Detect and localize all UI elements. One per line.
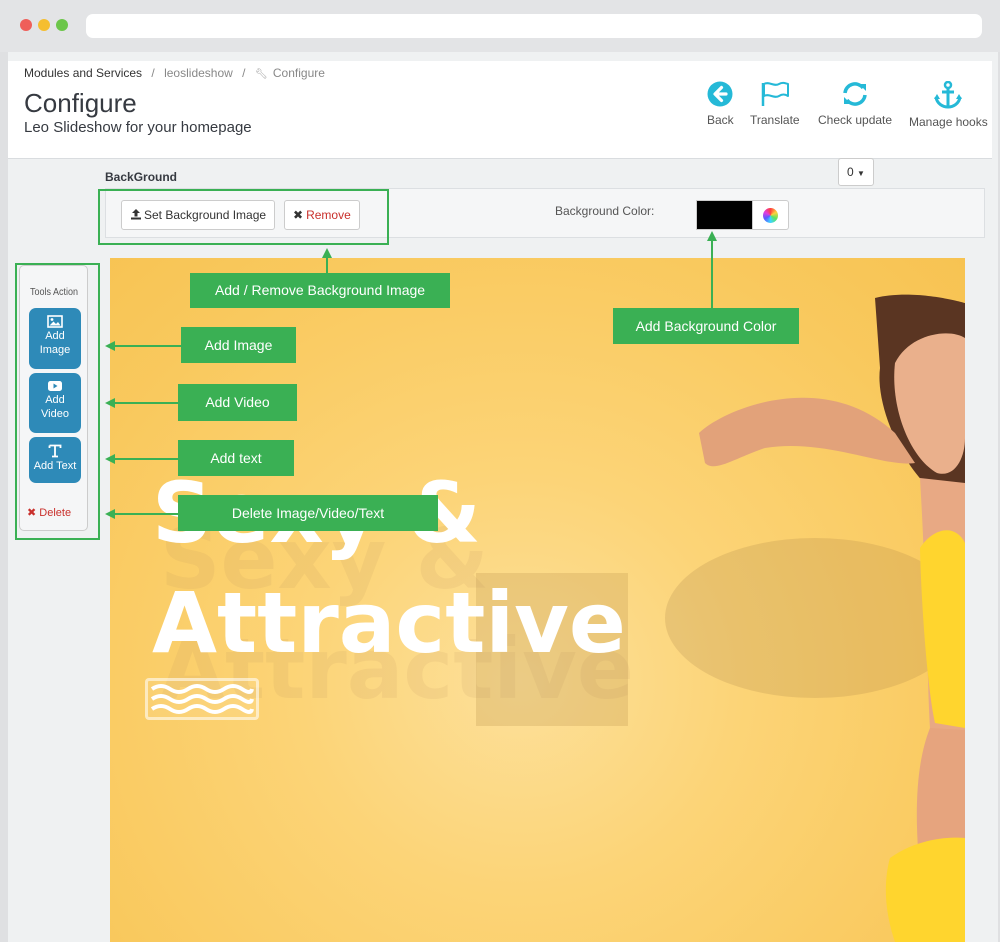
refresh-icon [843, 82, 867, 106]
caret-down-icon: ▼ [857, 169, 865, 178]
browser-chrome [0, 0, 1000, 52]
check-update-button[interactable]: Check update [818, 81, 892, 127]
translate-label: Translate [750, 113, 800, 127]
slide-text-line2[interactable]: Attractive [152, 574, 626, 672]
color-wheel-icon [763, 208, 778, 223]
page-title: Configure [24, 88, 137, 118]
flag-icon [761, 81, 789, 106]
background-color-swatch[interactable] [696, 200, 753, 230]
callout-delete: Delete Image/Video/Text [178, 495, 438, 531]
background-buttons-highlight [98, 189, 389, 245]
wave-image-layer[interactable] [145, 678, 259, 720]
wrench-icon: 🔧︎ [254, 69, 268, 80]
minimize-window-dot[interactable] [38, 19, 50, 31]
layer-dropdown[interactable]: 0 ▼ [838, 158, 874, 186]
waves-icon [150, 684, 254, 714]
admin-page: Modules and Services / leoslideshow / 🔧︎… [8, 52, 998, 942]
image-icon [47, 315, 63, 328]
manage-hooks-label: Manage hooks [909, 115, 988, 129]
breadcrumb: Modules and Services / leoslideshow / 🔧︎… [24, 66, 325, 80]
back-button[interactable]: Back [707, 81, 734, 127]
callout-add-video: Add Video [178, 384, 297, 421]
add-image-label: Add Image [39, 330, 71, 356]
color-picker-button[interactable] [753, 200, 789, 230]
translate-button[interactable]: Translate [750, 81, 800, 127]
callout-add-text: Add text [178, 440, 294, 476]
breadcrumb-module[interactable]: leoslideshow [164, 66, 233, 80]
maximize-window-dot[interactable] [56, 19, 68, 31]
breadcrumb-separator: / [242, 66, 246, 80]
callout-add-bg-color: Add Background Color [613, 308, 799, 344]
add-video-button[interactable]: Add Video [29, 373, 81, 433]
layer-dropdown-value: 0 [847, 165, 854, 179]
page-subtitle: Leo Slideshow for your homepage [24, 119, 252, 136]
background-section-title: BackGround [105, 170, 178, 184]
close-window-dot[interactable] [20, 19, 32, 31]
add-text-button[interactable]: Add Text [29, 437, 81, 483]
callout-add-image: Add Image [181, 327, 296, 363]
breadcrumb-modules[interactable]: Modules and Services [24, 66, 142, 80]
back-label: Back [707, 113, 734, 127]
delete-label: Delete [39, 507, 72, 519]
delete-x-icon: ✖ [27, 507, 37, 519]
address-bar[interactable] [86, 14, 982, 38]
tools-action-title: Tools Action [30, 287, 79, 298]
callout-add-remove-bg: Add / Remove Background Image [190, 273, 450, 308]
text-icon [48, 444, 62, 458]
check-update-label: Check update [818, 113, 893, 127]
anchor-icon [934, 81, 963, 109]
background-color-label: Background Color: [555, 204, 655, 218]
delete-link[interactable]: ✖ Delete [27, 506, 71, 519]
add-image-button[interactable]: Add Image [29, 308, 81, 369]
back-arrow-icon [707, 81, 733, 107]
breadcrumb-configure: Configure [272, 66, 325, 80]
page-header: Modules and Services / leoslideshow / 🔧︎… [8, 61, 992, 159]
breadcrumb-separator: / [151, 66, 155, 80]
add-text-label: Add Text [33, 460, 77, 472]
manage-hooks-button[interactable]: Manage hooks [909, 81, 988, 129]
video-play-icon [48, 381, 62, 391]
add-video-label: Add Video [41, 394, 69, 420]
model-photo [665, 294, 965, 942]
